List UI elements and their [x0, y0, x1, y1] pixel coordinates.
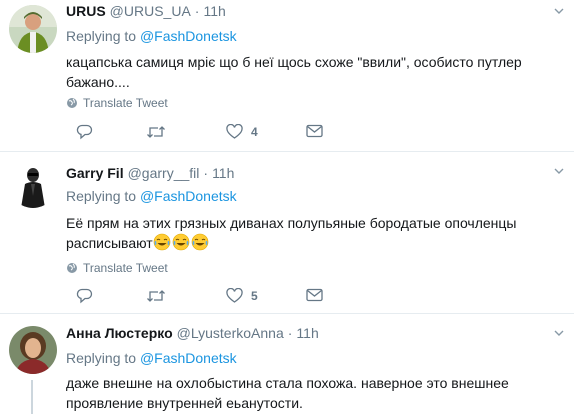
tweet-timeline: URUS @URUS_UA · 11h Replying to @FashDonets…	[0, 0, 574, 414]
direct-message-button[interactable]	[306, 288, 323, 302]
chevron-down-icon[interactable]	[554, 6, 564, 16]
like-count: 4	[251, 125, 258, 139]
like-button[interactable]: 4	[226, 124, 258, 140]
tweet-actions: 5	[66, 288, 366, 308]
separator-dot: ·	[287, 325, 293, 341]
replying-prefix: Replying to	[66, 350, 137, 366]
timestamp[interactable]: 11h	[296, 325, 318, 341]
face-with-tears-of-joy-icon	[172, 233, 190, 251]
chevron-down-icon[interactable]	[554, 328, 564, 338]
chevron-down-icon[interactable]	[554, 166, 564, 176]
avatar[interactable]	[9, 326, 57, 374]
heart-icon	[226, 288, 243, 303]
tweet-header: Garry Fil @garry__fil · 11h	[66, 164, 234, 182]
face-with-tears-of-joy-icon	[191, 233, 209, 251]
tweet-header: URUS @URUS_UA · 11h	[66, 2, 226, 20]
timestamp[interactable]: 11h	[203, 3, 225, 19]
globe-icon	[67, 263, 77, 273]
reply-button[interactable]	[76, 288, 93, 304]
tweet-actions: 4	[66, 124, 366, 144]
tweet[interactable]: Анна Люстерко @LyusterkoAnna · 11h Replying…	[0, 314, 574, 414]
face-with-tears-of-joy-icon	[153, 233, 171, 251]
replying-to: Replying to @FashDonetsk	[66, 188, 237, 204]
envelope-icon	[306, 288, 323, 302]
replying-to: Replying to @FashDonetsk	[66, 350, 237, 366]
replying-prefix: Replying to	[66, 188, 137, 204]
replying-to: Replying to @FashDonetsk	[66, 28, 237, 44]
retweet-button[interactable]	[146, 288, 166, 304]
replying-to-link[interactable]: @FashDonetsk	[140, 188, 237, 204]
thread-connector-line	[31, 380, 33, 414]
tweet[interactable]: URUS @URUS_UA · 11h Replying to @FashDonets…	[0, 0, 574, 152]
replying-to-link[interactable]: @FashDonetsk	[140, 350, 237, 366]
user-handle[interactable]: @garry__fil	[128, 165, 200, 181]
tweet-text-block: Её прям на этих грязных диванах полупьян…	[66, 213, 556, 253]
retweet-icon	[147, 290, 165, 302]
reply-icon	[76, 288, 93, 304]
translate-tweet-link[interactable]: Translate Tweet	[66, 96, 168, 110]
user-handle[interactable]: @URUS_UA	[110, 3, 191, 19]
separator-dot: ·	[203, 165, 209, 181]
display-name[interactable]: URUS	[66, 3, 106, 19]
direct-message-button[interactable]	[306, 124, 323, 138]
like-count: 5	[251, 289, 258, 303]
tweet-text: даже внешне на охлобыстина стала похожа.…	[66, 375, 509, 411]
avatar[interactable]	[9, 5, 57, 53]
tweet-text: кацапська самиця мріє що б неї щось схож…	[66, 54, 522, 90]
heart-icon	[226, 124, 243, 139]
display-name[interactable]: Garry Fil	[66, 165, 124, 181]
envelope-icon	[306, 124, 323, 138]
retweet-button[interactable]	[146, 124, 166, 140]
translate-label: Translate Tweet	[83, 96, 168, 110]
reply-button[interactable]	[76, 124, 93, 140]
separator-dot: ·	[194, 3, 200, 19]
display-name[interactable]: Анна Люстерко	[66, 325, 173, 341]
translate-tweet-link[interactable]: Translate Tweet	[66, 261, 168, 275]
avatar[interactable]	[9, 160, 57, 208]
tweet[interactable]: Garry Fil @garry__fil · 11h Replying to @Fa…	[0, 152, 574, 314]
retweet-icon	[147, 126, 165, 138]
replying-prefix: Replying to	[66, 28, 137, 44]
globe-icon	[67, 98, 77, 108]
tweet-header: Анна Люстерко @LyusterkoAnna · 11h	[66, 324, 319, 342]
user-handle[interactable]: @LyusterkoAnna	[177, 325, 284, 341]
replying-to-link[interactable]: @FashDonetsk	[140, 28, 237, 44]
emoji-group	[153, 233, 210, 251]
reply-icon	[76, 124, 93, 140]
timestamp[interactable]: 11h	[212, 165, 234, 181]
tweet-text: Её прям на этих грязных диванах полупьян…	[66, 215, 517, 251]
translate-label: Translate Tweet	[83, 261, 168, 275]
like-button[interactable]: 5	[226, 288, 258, 304]
